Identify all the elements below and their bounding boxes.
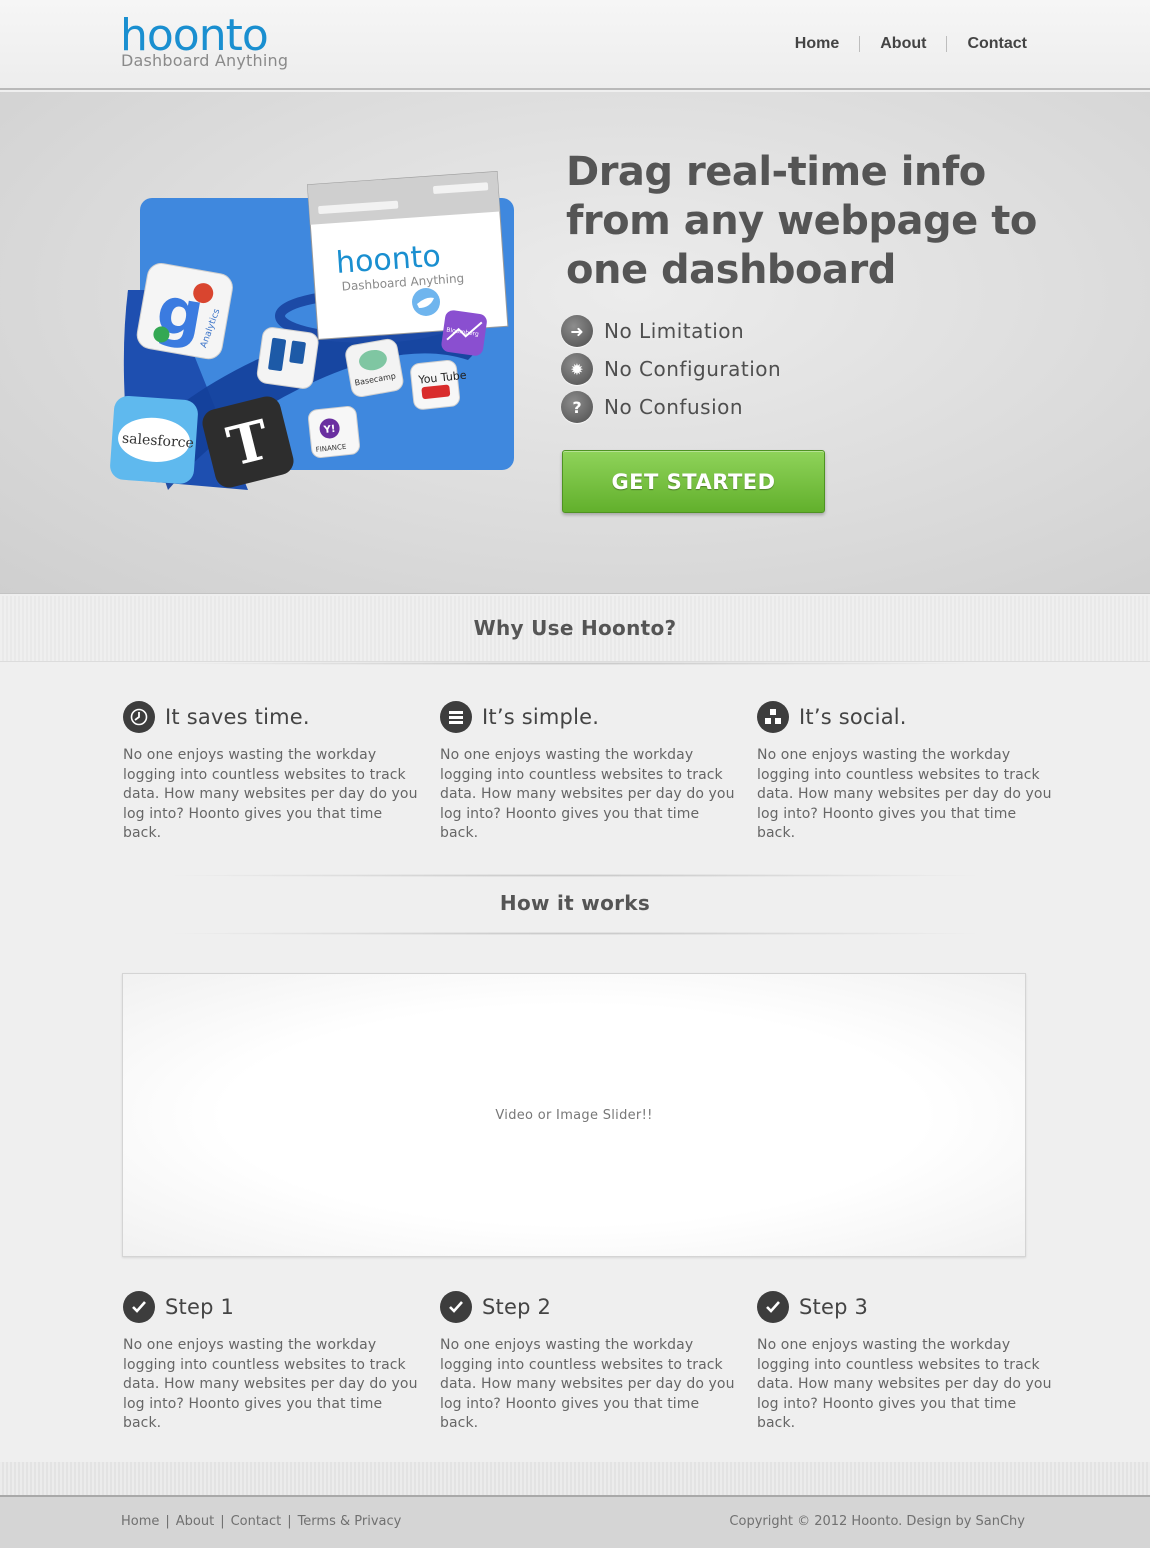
hero-illustration: hoonto Dashboard Anything g Analytics Ba…: [110, 171, 514, 490]
site-footer: Home | About | Contact | Terms & Privacy…: [0, 1495, 1150, 1548]
step-title: Step 2: [482, 1295, 552, 1319]
divider: [160, 662, 990, 665]
divider: [160, 874, 990, 877]
step-item: Step 2 No one enjoys wasting the workday…: [440, 1290, 740, 1434]
why-item-text: No one enjoys wasting the workday loggin…: [757, 747, 1052, 841]
nav-about[interactable]: About: [880, 35, 926, 53]
get-started-button[interactable]: GET STARTED: [562, 450, 825, 513]
step-text: No one enjoys wasting the workday loggin…: [440, 1337, 735, 1431]
bloomberg-app-icon: Bloomberg: [441, 310, 487, 356]
check-icon: [757, 1291, 789, 1323]
why-item-text: No one enjoys wasting the workday loggin…: [440, 747, 735, 841]
feature-item: ? No Confusion: [561, 388, 781, 426]
step-title: Step 1: [165, 1295, 235, 1319]
arrow-right-icon: ➜: [561, 315, 593, 347]
logo-tagline: Dashboard Anything: [121, 51, 289, 70]
footer-stripe: [0, 1462, 1150, 1495]
copyright-text: Copyright © 2012 Hoonto. Design by SanCh…: [729, 1514, 1025, 1529]
footer-link-contact[interactable]: Contact: [231, 1514, 282, 1529]
feature-label: No Confusion: [604, 395, 744, 419]
hero-headline: Drag real-time info from any webpage to …: [566, 149, 1037, 293]
feature-item: ✹ No Configuration: [561, 350, 781, 388]
svg-text:Y!: Y!: [322, 424, 336, 436]
footer-divider: |: [165, 1514, 170, 1529]
why-item-title: It saves time.: [165, 705, 310, 729]
network-icon: [757, 701, 789, 733]
feature-item: ➜ No Limitation: [561, 312, 781, 350]
question-icon: ?: [561, 391, 593, 423]
trello-app-icon: [256, 327, 319, 389]
footer-link-home[interactable]: Home: [121, 1514, 159, 1529]
slider-placeholder: Video or Image Slider!!: [495, 1107, 653, 1123]
gear-icon: ✹: [561, 353, 593, 385]
main-nav: Home About Contact: [795, 33, 1027, 55]
step-text: No one enjoys wasting the workday loggin…: [757, 1337, 1052, 1431]
basecamp-app-icon: Basecamp: [345, 338, 404, 398]
why-item: It’s simple. No one enjoys wasting the w…: [440, 700, 740, 844]
why-item-title: It’s simple.: [482, 705, 600, 729]
logo[interactable]: hoonto Dashboard Anything: [120, 14, 295, 74]
step-title: Step 3: [799, 1295, 869, 1319]
nav-contact[interactable]: Contact: [967, 35, 1027, 53]
why-item: It saves time. No one enjoys wasting the…: [123, 700, 423, 844]
feature-label: No Configuration: [604, 357, 782, 381]
twitter-app-icon: [412, 288, 440, 316]
check-icon: [123, 1291, 155, 1323]
nav-divider: [859, 36, 861, 52]
media-slider[interactable]: Video or Image Slider!!: [122, 973, 1026, 1257]
list-icon: [440, 701, 472, 733]
how-title: How it works: [499, 891, 651, 915]
why-title: Why Use Hoonto?: [473, 616, 677, 640]
step-text: No one enjoys wasting the workday loggin…: [123, 1337, 418, 1431]
step-item: Step 1 No one enjoys wasting the workday…: [123, 1290, 423, 1434]
feature-label: No Limitation: [604, 319, 745, 343]
analytics-app-icon: g Analytics: [136, 263, 233, 360]
nav-home[interactable]: Home: [795, 35, 839, 53]
yahoo-finance-app-icon: Y! FINANCE: [308, 406, 360, 458]
why-item-text: No one enjoys wasting the workday loggin…: [123, 747, 418, 841]
footer-divider: |: [287, 1514, 292, 1529]
why-section-header: Why Use Hoonto?: [0, 596, 1150, 662]
why-item-title: It’s social.: [799, 705, 907, 729]
nav-divider: [946, 36, 948, 52]
step-item: Step 3 No one enjoys wasting the workday…: [757, 1290, 1057, 1434]
why-item: It’s social. No one enjoys wasting the w…: [757, 700, 1057, 844]
hero-section: hoonto Dashboard Anything g Analytics Ba…: [0, 92, 1150, 594]
salesforce-app-icon: salesforce: [110, 395, 198, 484]
footer-link-terms[interactable]: Terms & Privacy: [298, 1514, 402, 1529]
divider: [160, 932, 990, 935]
check-icon: [440, 1291, 472, 1323]
feature-list: ➜ No Limitation ✹ No Configuration ? No …: [561, 312, 781, 426]
clock-icon: [123, 701, 155, 733]
site-header: hoonto Dashboard Anything Home About Con…: [0, 0, 1150, 90]
footer-divider: |: [220, 1514, 225, 1529]
footer-nav: Home | About | Contact | Terms & Privacy: [121, 1514, 401, 1529]
footer-link-about[interactable]: About: [176, 1514, 214, 1529]
